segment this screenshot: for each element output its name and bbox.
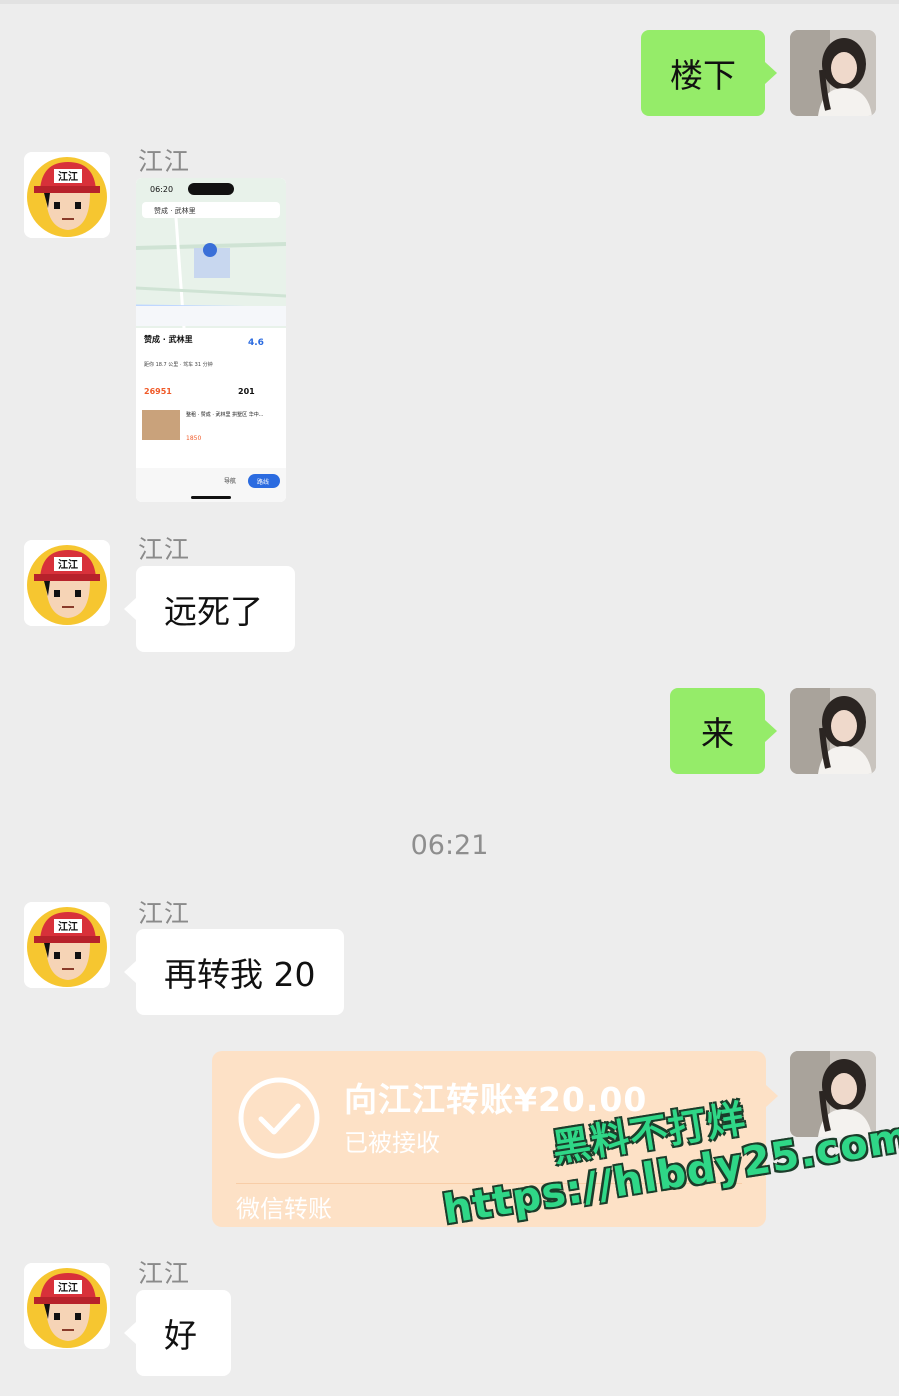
sender-name: 江江 bbox=[138, 535, 191, 564]
map-distance: 距你 18.7 公里 · 驾车 31 分钟 bbox=[144, 361, 213, 368]
message-text: 好 bbox=[164, 1316, 197, 1355]
avatar-self[interactable] bbox=[790, 688, 876, 774]
message-text: 远死了 bbox=[164, 592, 263, 631]
svg-text:江江: 江江 bbox=[58, 558, 78, 571]
message-bubble-other[interactable]: 远死了 bbox=[124, 566, 295, 652]
svg-text:江江: 江江 bbox=[58, 1281, 78, 1294]
avatar-self[interactable] bbox=[790, 30, 876, 116]
map-rating: 4.6 bbox=[248, 338, 264, 348]
message-text: 楼下 bbox=[670, 56, 736, 95]
map-price: 26951 bbox=[144, 387, 172, 396]
cartoon-boy-cap-avatar-icon: 江江 bbox=[24, 152, 110, 238]
cartoon-boy-cap-avatar-icon: 江江 bbox=[24, 540, 110, 626]
map-nav-label: 导航 bbox=[224, 477, 236, 485]
avatar-other[interactable]: 江江 bbox=[24, 152, 110, 238]
transfer-footer: 微信转账 bbox=[236, 1195, 332, 1223]
sender-name: 江江 bbox=[138, 1259, 191, 1288]
transfer-status: 已被接收 bbox=[344, 1129, 440, 1157]
girl-photo-avatar-icon bbox=[790, 688, 876, 774]
map-status-time: 06:20 bbox=[150, 185, 173, 194]
message-bubble-other[interactable]: 再转我 20 bbox=[124, 929, 344, 1015]
sender-name: 江江 bbox=[138, 147, 191, 176]
map-search-text: 赞成 · 武林里 bbox=[154, 206, 196, 215]
map-count: 201 bbox=[238, 387, 255, 396]
map-listing-price: 1850 bbox=[186, 435, 201, 442]
top-divider bbox=[0, 0, 899, 4]
girl-photo-avatar-icon bbox=[790, 30, 876, 116]
map-place-name: 赞成 · 武林里 bbox=[143, 334, 193, 344]
message-text: 来 bbox=[701, 714, 734, 753]
message-bubble-self[interactable]: 楼下 bbox=[641, 30, 777, 116]
avatar-other[interactable]: 江江 bbox=[24, 540, 110, 626]
check-circle-icon bbox=[238, 1077, 320, 1159]
cartoon-boy-cap-avatar-icon: 江江 bbox=[24, 902, 110, 988]
svg-text:江江: 江江 bbox=[58, 170, 78, 183]
message-text: 再转我 20 bbox=[164, 955, 316, 994]
sender-name: 江江 bbox=[138, 899, 191, 928]
map-listing: 整租 · 赞成 · 武林里 拱墅区 华中... bbox=[186, 411, 264, 418]
timestamp: 06:21 bbox=[410, 830, 489, 861]
avatar-other[interactable]: 江江 bbox=[24, 902, 110, 988]
avatar-other[interactable]: 江江 bbox=[24, 1263, 110, 1349]
message-bubble-other[interactable]: 好 bbox=[124, 1290, 231, 1376]
map-go-label: 路线 bbox=[257, 478, 269, 486]
message-bubble-self[interactable]: 来 bbox=[670, 688, 777, 774]
svg-text:江江: 江江 bbox=[58, 920, 78, 933]
cartoon-boy-cap-avatar-icon: 江江 bbox=[24, 1263, 110, 1349]
map-screenshot-content: 06:20 赞成 · 武林里 赞成 · 武林里 4.6 距你 18.7 公里 ·… bbox=[136, 178, 286, 502]
map-screenshot-image[interactable]: 06:20 赞成 · 武林里 赞成 · 武林里 4.6 距你 18.7 公里 ·… bbox=[136, 178, 286, 502]
